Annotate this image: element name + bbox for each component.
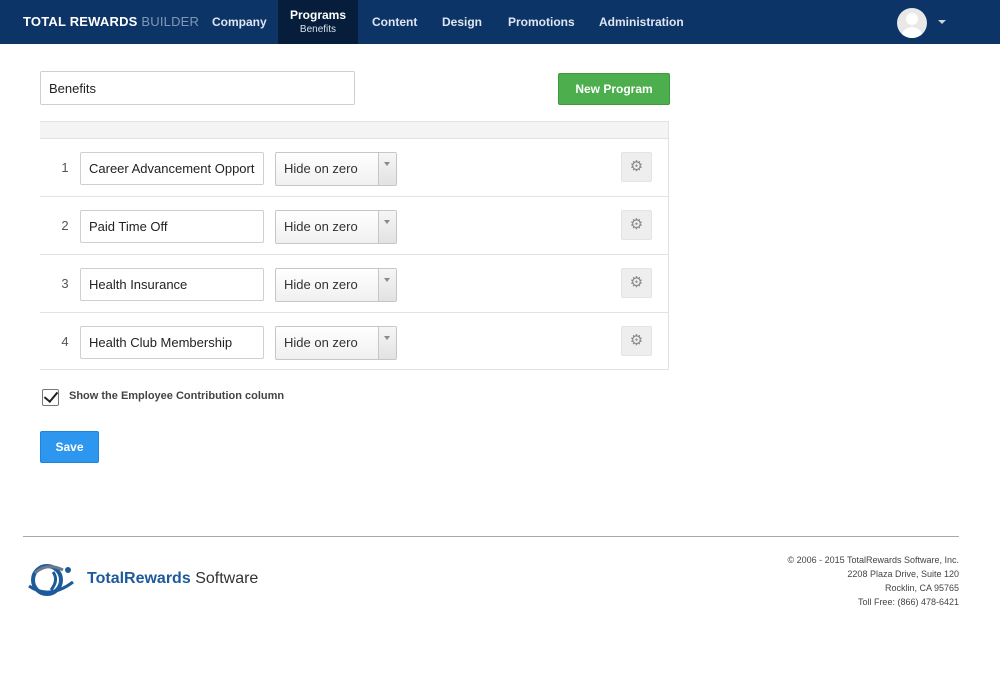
select-arrow-button (378, 269, 396, 301)
logo-text-primary: TotalRewards (87, 570, 191, 587)
footer-copyright: © 2006 - 2015 TotalRewards Software, Inc… (787, 555, 959, 565)
avatar-head (906, 13, 918, 25)
display-select-value: Hide on zero (284, 219, 358, 234)
nav-company[interactable]: Company (212, 0, 267, 44)
display-select[interactable]: Hide on zero (275, 326, 397, 360)
display-select-value: Hide on zero (284, 335, 358, 350)
show-contribution-label[interactable]: Show the Employee Contribution column (69, 390, 284, 402)
table-row: 1 Hide on zero ⚙ (40, 139, 668, 197)
chevron-down-icon (384, 336, 390, 340)
item-name-input[interactable] (80, 326, 264, 359)
row-number: 1 (61, 160, 69, 175)
select-arrow-button (378, 153, 396, 185)
table-row: 4 Hide on zero ⚙ (40, 313, 668, 371)
save-button[interactable]: Save (40, 431, 99, 463)
avatar-body (901, 27, 923, 38)
display-select[interactable]: Hide on zero (275, 268, 397, 302)
display-select-value: Hide on zero (284, 161, 358, 176)
program-items-table: 1 Hide on zero ⚙ 2 Hide on zero ⚙ 3 Hide… (40, 121, 669, 370)
display-select-value: Hide on zero (284, 277, 358, 292)
nav-administration[interactable]: Administration (599, 0, 684, 44)
logo-text-secondary: Software (195, 570, 259, 587)
select-arrow-button (378, 211, 396, 243)
chevron-down-icon (384, 278, 390, 282)
display-select[interactable]: Hide on zero (275, 210, 397, 244)
item-name-input[interactable] (80, 210, 264, 243)
program-name-input[interactable] (40, 71, 355, 105)
chevron-down-icon (384, 162, 390, 166)
brand-primary: TOTAL REWARDS (23, 14, 138, 29)
globe-logo-icon (28, 564, 74, 596)
caret-down-icon[interactable] (938, 20, 946, 24)
settings-button[interactable]: ⚙ (621, 210, 652, 240)
nav-design[interactable]: Design (442, 0, 482, 44)
gear-icon: ⚙ (629, 158, 644, 175)
footer-divider (23, 536, 959, 537)
brand-logo[interactable]: TOTAL REWARDS BUILDER (23, 0, 199, 44)
nav-programs-sublabel: Benefits (299, 24, 337, 35)
new-program-button[interactable]: New Program (558, 73, 670, 105)
gear-icon: ⚙ (629, 216, 644, 233)
footer-logo: TotalRewards Software (23, 556, 293, 606)
row-number: 4 (61, 334, 69, 349)
nav-programs[interactable]: Programs Benefits (278, 0, 358, 44)
top-navbar: TOTAL REWARDS BUILDER Company Programs B… (0, 0, 1000, 44)
checkmark-icon (43, 387, 59, 404)
table-header (40, 122, 668, 139)
footer-address-line1: 2208 Plaza Drive, Suite 120 (847, 569, 959, 579)
settings-button[interactable]: ⚙ (621, 268, 652, 298)
settings-button[interactable]: ⚙ (621, 326, 652, 356)
display-select[interactable]: Hide on zero (275, 152, 397, 186)
nav-programs-label: Programs (289, 8, 347, 22)
footer-phone: Toll Free: (866) 478-6421 (857, 597, 959, 607)
item-name-input[interactable] (80, 268, 264, 301)
item-name-input[interactable] (80, 152, 264, 185)
row-number: 2 (61, 218, 69, 233)
show-contribution-checkbox[interactable] (42, 387, 59, 406)
logo-wordmark: TotalRewards Software (87, 570, 258, 588)
select-arrow-button (378, 327, 396, 359)
row-number: 3 (61, 276, 69, 291)
chevron-down-icon (384, 220, 390, 224)
nav-promotions[interactable]: Promotions (508, 0, 575, 44)
table-row: 2 Hide on zero ⚙ (40, 197, 668, 255)
table-row: 3 Hide on zero ⚙ (40, 255, 668, 313)
nav-content[interactable]: Content (372, 0, 417, 44)
avatar-icon[interactable] (897, 8, 927, 38)
brand-secondary: BUILDER (141, 14, 200, 29)
footer-address-line2: Rocklin, CA 95765 (884, 583, 959, 593)
gear-icon: ⚙ (629, 274, 644, 291)
settings-button[interactable]: ⚙ (621, 152, 652, 182)
footer-address: © 2006 - 2015 TotalRewards Software, Inc… (787, 553, 959, 609)
gear-icon: ⚙ (629, 332, 644, 349)
